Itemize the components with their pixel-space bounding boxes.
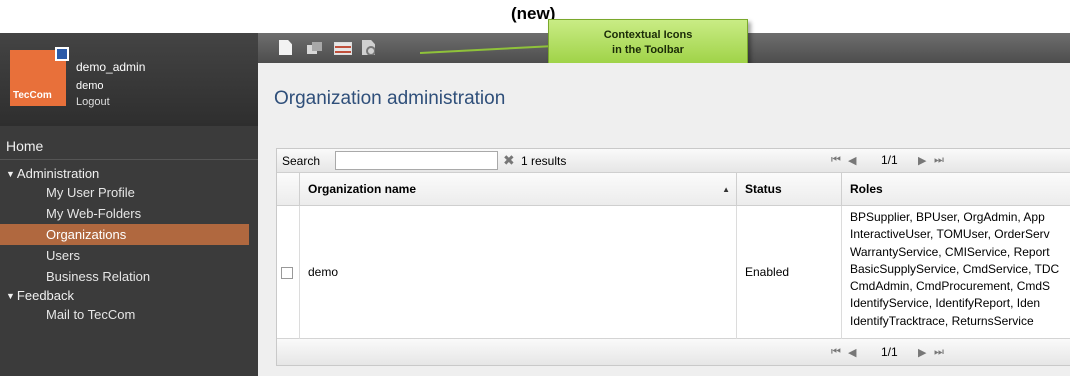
nav-item-business-relation[interactable]: Business Relation	[0, 266, 249, 287]
role-line: WarrantyService, CMIService, Report	[850, 244, 1050, 259]
last-page-icon[interactable]: ⏭	[934, 346, 944, 359]
role-line: IdentifyService, IdentifyReport, Iden	[850, 296, 1041, 311]
copy-icon[interactable]	[307, 42, 322, 54]
pager-text: 1/1	[881, 345, 898, 359]
page-title: Organization administration	[274, 88, 506, 109]
user-name: demo_admin	[76, 60, 146, 74]
next-page-icon[interactable]: ▶	[918, 154, 926, 167]
role-line: InteractiveUser, TOMUser, OrderServ	[850, 227, 1050, 242]
nav-section-feedback[interactable]: ▼ Feedback	[0, 287, 258, 304]
callout-line1: Contextual Icons	[603, 29, 693, 41]
search-input[interactable]	[335, 151, 498, 170]
nav-item-organizations[interactable]: Organizations	[0, 224, 249, 245]
pager-text: 1/1	[881, 153, 898, 167]
sidebar: TecCom demo_admin demo Logout Home ▼ Admi…	[0, 33, 258, 376]
nav-section-label: Feedback	[16, 288, 75, 303]
role-line: IdentifyTracktrace, ReturnsService	[850, 313, 1034, 328]
nav-item-mail-to-teccom[interactable]: Mail to TecCom	[0, 304, 249, 325]
clear-search-icon[interactable]: ✖	[503, 153, 517, 167]
table-row[interactable]: demo Enabled BPSupplier, BPUser, OrgAdmi…	[277, 206, 1070, 339]
new-document-icon[interactable]	[279, 40, 292, 55]
last-page-icon[interactable]: ⏭	[934, 154, 944, 167]
grid-toolbar: Search ✖ 1 results ⏮ ◀ 1/1 ▶ ⏭	[277, 149, 1070, 173]
prev-page-icon[interactable]: ◀	[848, 346, 856, 359]
next-page-icon[interactable]: ▶	[918, 346, 926, 359]
row-checkbox[interactable]	[281, 267, 293, 279]
logo-text: TecCom	[13, 90, 52, 101]
prev-page-icon[interactable]: ◀	[848, 154, 856, 167]
roles-cell: BPSupplier, BPUser, OrgAdmin, App Intera…	[841, 206, 1070, 339]
callout-line2: in the Toolbar	[612, 44, 684, 56]
roles-list: BPSupplier, BPUser, OrgAdmin, App Intera…	[850, 209, 1070, 330]
column-header-organization-name[interactable]: Organization name ▲	[299, 173, 736, 206]
grid-header: Organization name ▲ Status Roles	[277, 173, 1070, 206]
nav-item-users[interactable]: Users	[0, 245, 249, 266]
select-column-header	[277, 173, 299, 206]
status-cell: Enabled	[736, 206, 841, 339]
expand-triangle-icon: ▼	[6, 169, 15, 179]
main-content: Organization administration Search ✖ 1 r…	[258, 63, 1070, 376]
table-icon[interactable]	[334, 42, 352, 55]
organizations-grid: Search ✖ 1 results ⏮ ◀ 1/1 ▶ ⏭ Organizat…	[276, 148, 1070, 366]
role-line: BasicSupplyService, CmdService, TDC	[850, 261, 1060, 276]
nav-home[interactable]: Home	[0, 135, 258, 160]
org-status: Enabled	[745, 265, 790, 279]
teccom-logo: TecCom	[10, 47, 69, 106]
logo-square-icon	[55, 47, 69, 61]
search-label: Search	[282, 154, 321, 168]
column-header-roles[interactable]: Roles	[841, 173, 1070, 206]
nav-item-my-user-profile[interactable]: My User Profile	[0, 182, 249, 203]
nav-item-my-web-folders[interactable]: My Web-Folders	[0, 203, 249, 224]
nav-section-label: Administration	[16, 166, 100, 181]
user-org: demo	[76, 80, 104, 92]
role-line: CmdAdmin, CmdProcurement, CmdS	[850, 279, 1051, 294]
export-icon[interactable]	[362, 40, 375, 55]
user-box: TecCom demo_admin demo Logout	[0, 33, 258, 126]
first-page-icon[interactable]: ⏮	[831, 154, 841, 167]
first-page-icon[interactable]: ⏮	[831, 346, 841, 359]
org-name: demo	[308, 265, 339, 279]
nav-tree: ▼ Administration My User Profile My Web-F…	[0, 165, 258, 325]
column-header-label: Organization name	[308, 182, 417, 196]
org-name-cell: demo	[299, 206, 736, 339]
column-header-status[interactable]: Status	[736, 173, 841, 206]
select-cell	[277, 206, 299, 339]
nav-section-administration[interactable]: ▼ Administration	[0, 165, 258, 182]
role-line: BPSupplier, BPUser, OrgAdmin, App	[850, 210, 1045, 224]
grid-footer: ⏮ ◀ 1/1 ▶ ⏭	[277, 339, 1070, 365]
expand-triangle-icon: ▼	[6, 291, 15, 301]
callout-box: Contextual Icons in the Toolbar	[548, 19, 748, 69]
results-count: 1 results	[521, 154, 567, 168]
sort-ascending-icon[interactable]: ▲	[722, 173, 730, 206]
logout-link[interactable]: Logout	[76, 96, 110, 108]
